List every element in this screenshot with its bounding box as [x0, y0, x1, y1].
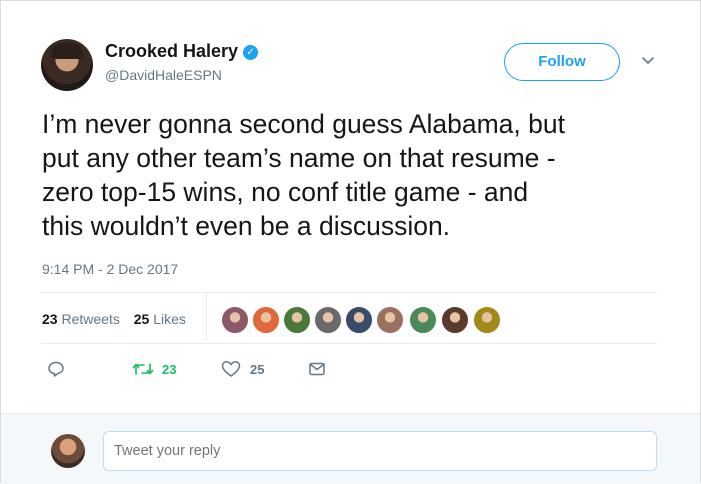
liker-avatar[interactable]	[345, 306, 373, 334]
liker-avatar[interactable]	[409, 306, 437, 334]
divider	[41, 343, 657, 344]
retweets-stat[interactable]: 23 Retweets	[42, 311, 120, 327]
likes-label: Likes	[153, 311, 186, 327]
envelope-icon	[308, 360, 326, 378]
reply-icon	[47, 360, 65, 378]
author-avatar[interactable]	[41, 39, 93, 91]
author-display-name[interactable]: Crooked Halery	[105, 41, 238, 61]
retweets-label: Retweets	[61, 311, 120, 327]
reply-button[interactable]	[47, 360, 65, 378]
heart-icon	[221, 360, 241, 378]
liker-avatar[interactable]	[252, 306, 280, 334]
like-button[interactable]: 25	[221, 360, 264, 378]
liker-avatar[interactable]	[283, 306, 311, 334]
follow-button[interactable]: Follow	[504, 43, 620, 81]
liker-avatar[interactable]	[473, 306, 501, 334]
likes-stat[interactable]: 25 Likes	[134, 311, 186, 327]
tweet-timestamp[interactable]: 9:14 PM - 2 Dec 2017	[42, 261, 178, 277]
liker-avatar[interactable]	[314, 306, 342, 334]
author-handle[interactable]: @DavidHaleESPN	[105, 67, 222, 83]
verified-badge-icon: ✓	[243, 45, 259, 60]
retweet-button[interactable]: 23	[132, 360, 176, 378]
reply-input[interactable]	[103, 431, 657, 471]
retweet-count: 23	[162, 361, 177, 377]
direct-message-button[interactable]	[308, 360, 326, 378]
stats-separator	[206, 293, 207, 341]
chevron-down-icon[interactable]	[641, 53, 655, 67]
engagement-stats: 23 Retweets 25 Likes	[42, 311, 196, 327]
like-count: 25	[250, 361, 265, 377]
retweet-icon	[132, 360, 154, 378]
retweets-count: 23	[42, 311, 58, 327]
likes-count: 25	[133, 311, 150, 327]
liker-avatar[interactable]	[376, 306, 404, 334]
divider	[41, 292, 657, 293]
current-user-avatar	[51, 434, 85, 468]
liker-avatar[interactable]	[441, 306, 469, 334]
tweet-actions: 23 25	[1, 360, 701, 380]
liker-avatar[interactable]	[221, 306, 249, 334]
tweet-text: I’m never gonna second guess Alabama, bu…	[42, 109, 565, 241]
reply-composer	[1, 413, 700, 484]
tweet-card: Crooked Halery ✓ @DavidHaleESPN Follow I’…	[0, 0, 701, 484]
author-name-row[interactable]: Crooked Halery ✓	[105, 41, 259, 62]
